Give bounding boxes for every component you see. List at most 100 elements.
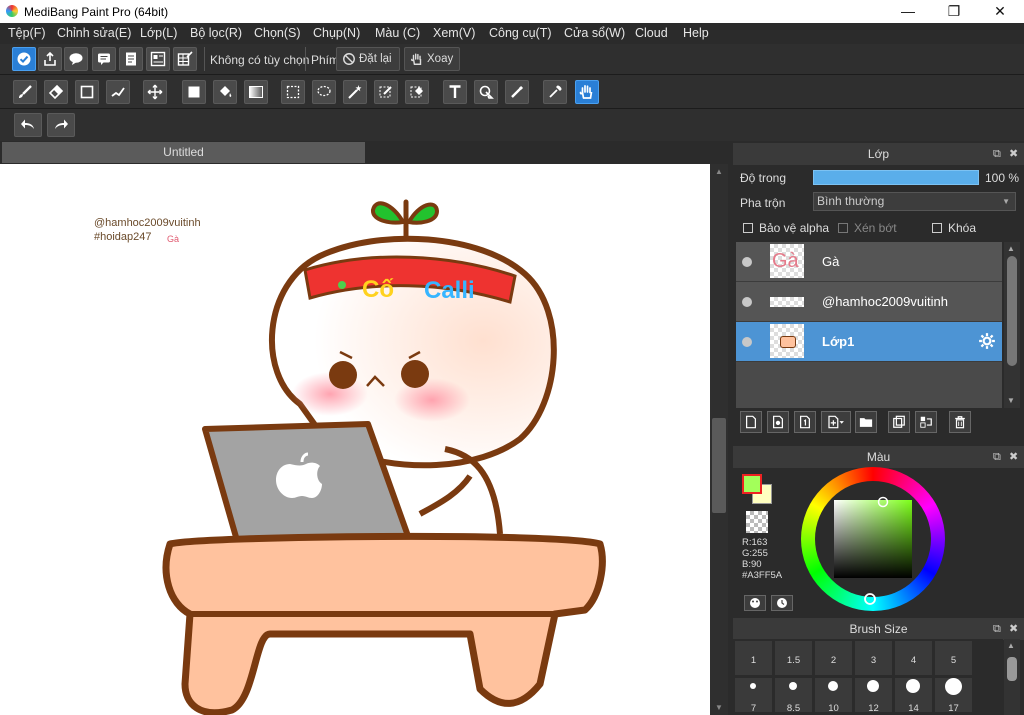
lasso-tool-icon[interactable] <box>312 80 336 104</box>
folder-icon[interactable] <box>855 411 877 433</box>
fill-rectangle-tool-icon[interactable] <box>182 80 206 104</box>
scrollbar-thumb[interactable] <box>1007 256 1017 366</box>
brush-size-option[interactable]: 5 <box>934 640 973 676</box>
export-icon[interactable] <box>38 47 62 71</box>
brush-size-scrollbar[interactable]: ▲ <box>1004 639 1020 715</box>
reset-button[interactable]: Đặt lại <box>336 47 400 71</box>
minimize-button[interactable]: — <box>885 0 931 23</box>
menu-tools[interactable]: Công cụ(T) <box>489 26 552 40</box>
brush-size-option[interactable]: 17 <box>934 677 973 714</box>
eraser-tool-icon[interactable] <box>44 80 68 104</box>
select-eraser-tool-icon[interactable] <box>405 80 429 104</box>
scroll-up-arrow-icon[interactable]: ▲ <box>1007 641 1015 650</box>
clipping-checkbox[interactable] <box>838 223 848 233</box>
opacity-slider[interactable] <box>813 170 979 185</box>
bucket-tool-icon[interactable] <box>213 80 237 104</box>
brush-size-option[interactable]: 2 <box>814 640 853 676</box>
brush-size-option[interactable]: 7 <box>734 677 773 714</box>
rectangle-tool-icon[interactable] <box>75 80 99 104</box>
grid-settings-icon[interactable] <box>173 47 197 71</box>
visibility-eye-icon[interactable] <box>742 257 752 267</box>
menu-capture[interactable]: Chụp(N) <box>313 26 360 40</box>
layer-row-ga[interactable]: Gà Gà <box>736 242 1002 282</box>
close-icon[interactable]: ✖ <box>1009 143 1018 165</box>
float-icon[interactable]: ⧉ <box>993 446 1001 468</box>
new-layer-icon[interactable] <box>740 411 762 433</box>
magic-wand-tool-icon[interactable] <box>343 80 367 104</box>
transparent-color-swatch[interactable] <box>746 511 768 533</box>
undo-icon[interactable] <box>14 113 42 137</box>
duplicate-layer-icon[interactable] <box>888 411 910 433</box>
close-button[interactable]: ✕ <box>977 0 1023 23</box>
float-icon[interactable]: ⧉ <box>993 618 1001 640</box>
brush-tool-icon[interactable] <box>13 80 37 104</box>
lock-checkbox[interactable] <box>932 223 942 233</box>
menu-layer[interactable]: Lớp(L) <box>140 26 177 40</box>
layer-list-scrollbar[interactable]: ▲ ▼ <box>1004 242 1020 408</box>
panel-layout-icon[interactable] <box>146 47 170 71</box>
operation-tool-icon[interactable] <box>474 80 498 104</box>
rotate-button[interactable]: Xoay <box>404 47 460 71</box>
menu-help[interactable]: Help <box>683 26 709 40</box>
menu-select[interactable]: Chọn(S) <box>254 26 301 40</box>
blend-mode-select[interactable]: Bình thường ▼ <box>813 192 1016 211</box>
scrollbar-thumb[interactable] <box>1007 657 1017 681</box>
scroll-up-arrow-icon[interactable]: ▲ <box>710 166 728 178</box>
float-icon[interactable]: ⧉ <box>993 143 1001 165</box>
hand-tool-icon[interactable] <box>575 80 599 104</box>
brush-size-option[interactable]: 1 <box>734 640 773 676</box>
menu-file[interactable]: Tệp(F) <box>8 26 46 40</box>
visibility-eye-icon[interactable] <box>742 337 752 347</box>
eyedropper-tool-icon[interactable] <box>543 80 567 104</box>
close-icon[interactable]: ✖ <box>1009 446 1018 468</box>
redo-icon[interactable] <box>47 113 75 137</box>
line-tool-icon[interactable] <box>106 80 130 104</box>
menu-cloud[interactable]: Cloud <box>635 26 668 40</box>
scroll-down-arrow-icon[interactable]: ▼ <box>1007 396 1015 405</box>
trash-icon[interactable] <box>949 411 971 433</box>
text-tool-icon[interactable] <box>443 80 467 104</box>
palette-icon[interactable] <box>744 595 766 611</box>
brush-size-option[interactable]: 8.5 <box>774 677 813 714</box>
color-history-icon[interactable] <box>771 595 793 611</box>
maximize-button[interactable]: ❐ <box>931 0 977 23</box>
visibility-eye-icon[interactable] <box>742 297 752 307</box>
canvas-vertical-scrollbar[interactable]: ▲ ▼ <box>710 164 728 715</box>
color-wheel[interactable] <box>801 467 945 611</box>
brush-size-option[interactable]: 12 <box>854 677 893 714</box>
select-pen-tool-icon[interactable] <box>374 80 398 104</box>
brush-size-option[interactable]: 3 <box>854 640 893 676</box>
blur-tool-icon[interactable] <box>505 80 529 104</box>
menu-window[interactable]: Cửa sổ(W) <box>564 26 625 40</box>
menu-color[interactable]: Màu (C) <box>375 26 420 40</box>
merge-down-icon[interactable] <box>915 411 937 433</box>
layer-row-handle[interactable]: @hamhoc2009vuitinh <box>736 282 1002 322</box>
move-tool-icon[interactable] <box>143 80 167 104</box>
protect-alpha-checkbox[interactable] <box>743 223 753 233</box>
gear-icon[interactable] <box>978 332 996 350</box>
menu-edit[interactable]: Chỉnh sửa(E) <box>57 26 131 40</box>
gradient-tool-icon[interactable] <box>244 80 268 104</box>
brush-size-option[interactable]: 14 <box>894 677 933 714</box>
scroll-down-arrow-icon[interactable]: ▼ <box>710 702 728 714</box>
scrollbar-thumb[interactable] <box>712 418 726 513</box>
menu-view[interactable]: Xem(V) <box>433 26 475 40</box>
scroll-up-arrow-icon[interactable]: ▲ <box>1007 244 1015 253</box>
layer-row-lop1[interactable]: Lớp1 <box>736 322 1002 362</box>
speech-bubble-icon[interactable] <box>64 47 88 71</box>
new-halftone-layer-icon[interactable] <box>767 411 789 433</box>
menu-filter[interactable]: Bộ lọc(R) <box>190 26 242 40</box>
comment-icon[interactable] <box>92 47 116 71</box>
brush-size-option[interactable]: 10 <box>814 677 853 714</box>
select-rect-tool-icon[interactable] <box>281 80 305 104</box>
new-1bit-layer-icon[interactable] <box>794 411 816 433</box>
foreground-color-swatch[interactable] <box>742 474 762 494</box>
brush-size-option[interactable]: 4 <box>894 640 933 676</box>
add-layer-dropdown-icon[interactable] <box>821 411 851 433</box>
brush-size-option[interactable]: 1.5 <box>774 640 813 676</box>
page-icon[interactable] <box>119 47 143 71</box>
close-icon[interactable]: ✖ <box>1009 618 1018 640</box>
drawing-canvas[interactable]: @hamhoc2009vuitinh #hoidap247 Gà Cố Call… <box>0 164 710 715</box>
check-icon[interactable] <box>12 47 36 71</box>
document-tab[interactable]: Untitled <box>2 142 365 163</box>
